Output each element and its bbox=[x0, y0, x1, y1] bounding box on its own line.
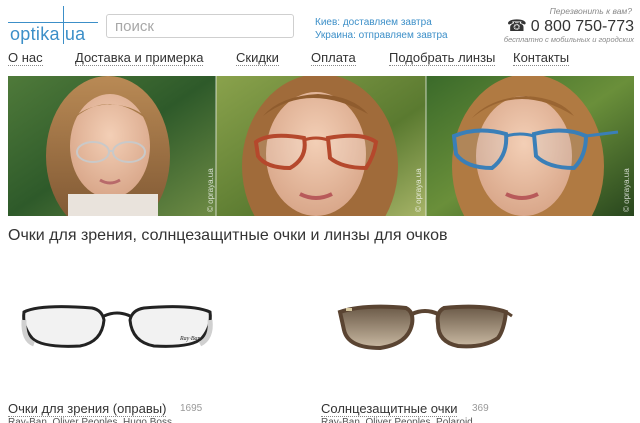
hero-banner[interactable]: © opraya.ua © opraya.ua © opraya.ua bbox=[8, 76, 634, 216]
search-input[interactable] bbox=[106, 14, 294, 38]
watermark-3: © opraya.ua bbox=[622, 168, 631, 212]
banner-image bbox=[8, 76, 634, 216]
nav-contacts[interactable]: Контакты bbox=[513, 50, 570, 66]
category-sunglasses-count: 369 bbox=[472, 403, 489, 414]
nav-discounts[interactable]: Скидки bbox=[236, 50, 279, 66]
sunglasses-product-image[interactable] bbox=[334, 290, 514, 360]
phone-icon: ☎ bbox=[506, 18, 527, 35]
phone-note: бесплатно с мобильных и городских bbox=[503, 35, 634, 44]
nav-payment[interactable]: Оплата bbox=[311, 50, 356, 66]
delivery-kyiv[interactable]: Киев: доставляем завтра bbox=[315, 16, 448, 29]
phone-text: 0 800 750-773 bbox=[530, 18, 634, 35]
category-eyeglasses-count: 1695 bbox=[180, 403, 203, 414]
category-sunglasses-link[interactable]: Солнцезащитные очки bbox=[321, 401, 458, 417]
watermark-1: © opraya.ua bbox=[206, 168, 215, 212]
logo-text[interactable]: optika ua bbox=[10, 24, 85, 45]
category-sunglasses-brands[interactable]: Ray-Ban, Oliver Peoples, Polaroid... bbox=[321, 417, 621, 423]
svg-text:Ray·Ban: Ray·Ban bbox=[179, 336, 201, 342]
eyeglasses-product-image[interactable]: Ray·Ban bbox=[20, 290, 220, 360]
delivery-info: Киев: доставляем завтра Украина: отправл… bbox=[315, 16, 448, 42]
watermark-2: © opraya.ua bbox=[414, 168, 423, 212]
logo-cross-horizontal bbox=[8, 22, 98, 23]
nav-about[interactable]: О нас bbox=[8, 50, 43, 66]
page-title: Очки для зрения, солнцезащитные очки и л… bbox=[8, 227, 448, 244]
callback-link[interactable]: Перезвонить к вам? bbox=[550, 6, 632, 16]
nav-lens-finder[interactable]: Подобрать линзы bbox=[389, 50, 496, 66]
logo-suffix: ua bbox=[64, 24, 86, 44]
delivery-ukraine[interactable]: Украина: отправляем завтра bbox=[315, 29, 448, 42]
category-eyeglasses-link[interactable]: Очки для зрения (оправы) bbox=[8, 401, 167, 417]
logo-name: optika bbox=[10, 24, 60, 44]
category-eyeglasses-brands[interactable]: Ray-Ban, Oliver Peoples, Hugo Boss... bbox=[8, 417, 298, 423]
nav-delivery[interactable]: Доставка и примерка bbox=[75, 50, 204, 66]
phone-number[interactable]: ☎ 0 800 750-773 bbox=[507, 16, 634, 36]
